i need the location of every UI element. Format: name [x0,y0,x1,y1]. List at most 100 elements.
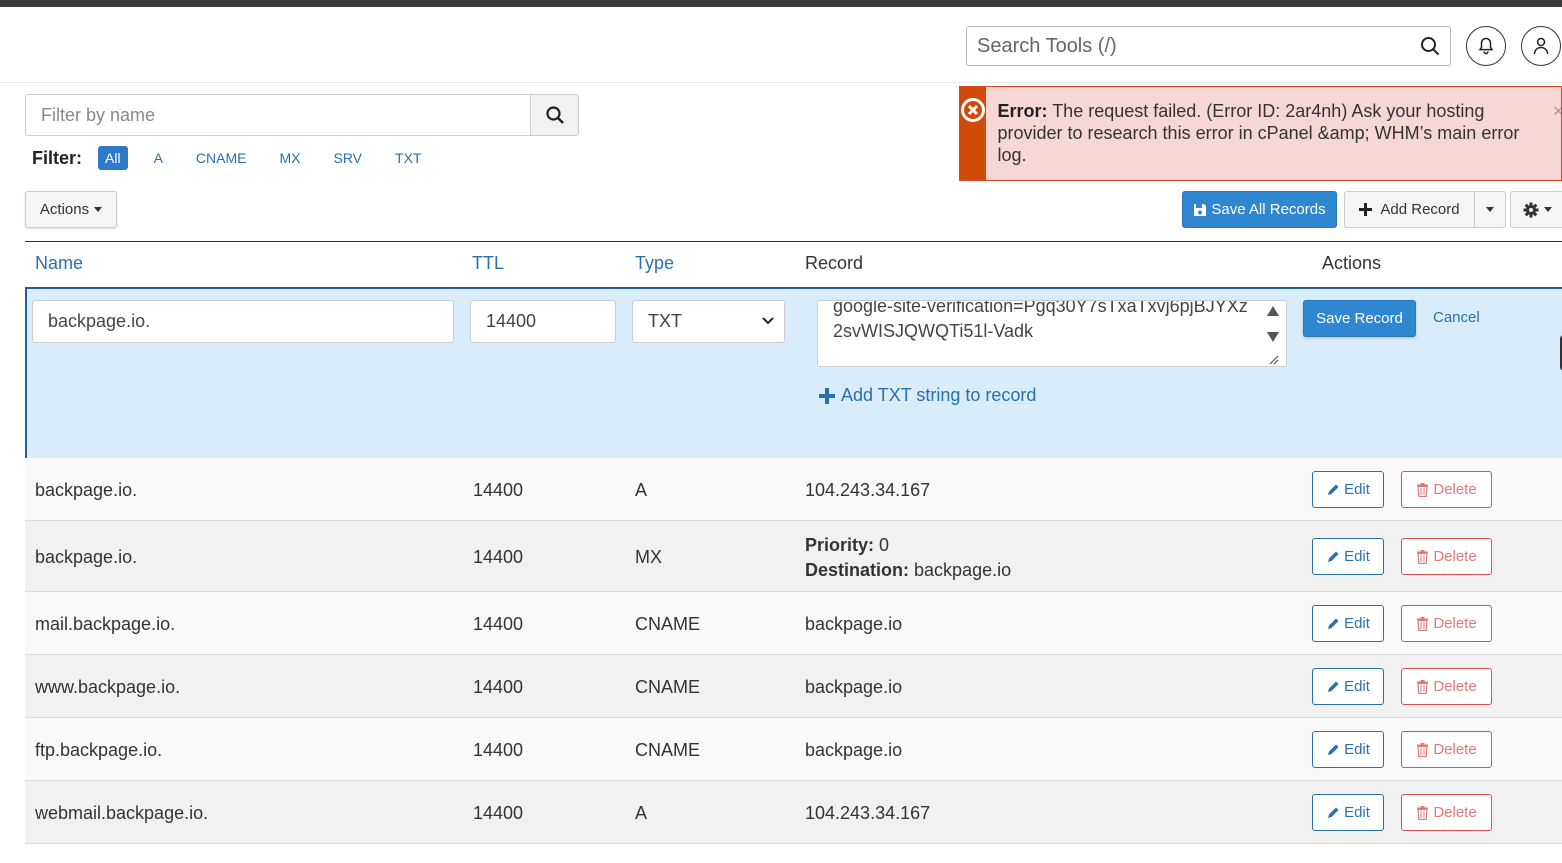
record-value: Priority: 0 Destination: backpage.io [805,533,1011,583]
delete-button[interactable]: Delete [1401,605,1492,642]
caret-down-icon [94,207,103,212]
search-tools-box[interactable] [966,26,1451,66]
search-icon[interactable] [1420,36,1440,56]
record-ttl: 14400 [473,547,524,567]
record-type: CNAME [635,677,701,697]
error-title: Error: [997,101,1048,121]
delete-label: Delete [1433,678,1477,695]
error-icon [961,98,986,122]
record-ttl: 14400 [473,677,524,697]
filter-chip-mx[interactable]: MX [272,146,307,170]
delete-label: Delete [1433,548,1477,565]
filter-chip-cname[interactable]: CNAME [189,146,254,170]
page-header [0,7,1562,83]
table-row: backpage.io. 14400 A 104.243.34.167 Edit Dele… [25,458,1562,521]
record-value: 104.243.34.167 [805,480,931,500]
record-type: CNAME [635,614,701,634]
filter-chip-a[interactable]: A [147,146,170,170]
edit-button[interactable]: Edit [1312,605,1384,642]
delete-button[interactable]: Delete [1401,538,1492,575]
record-ttl: 14400 [473,614,524,634]
actions-dropdown-button[interactable]: Actions [25,191,117,228]
column-header-type[interactable]: Type [635,253,674,274]
record-name: backpage.io. [35,480,138,500]
delete-button[interactable]: Delete [1401,731,1492,768]
record-value: 104.243.34.167 [805,803,931,823]
edit-button[interactable]: Edit [1312,731,1384,768]
filter-chip-txt[interactable]: TXT [388,146,428,170]
filter-search-button[interactable] [531,94,579,136]
notifications-button[interactable] [1466,26,1506,66]
delete-label: Delete [1433,481,1477,498]
edit-button[interactable]: Edit [1312,471,1384,508]
type-value: TXT [648,311,682,331]
add-record-label: Add Record [1380,201,1460,218]
settings-dropdown-button[interactable] [1510,191,1562,228]
name-input[interactable]: backpage.io. [32,300,454,343]
name-value: backpage.io. [48,311,151,331]
record-type: A [635,480,648,500]
filter-chip-all[interactable]: All [98,146,128,170]
delete-button[interactable]: Delete [1401,794,1492,831]
column-header-ttl[interactable]: TTL [472,253,504,274]
error-bar [960,87,987,180]
type-select[interactable]: TXT [632,300,785,343]
priority-label: Priority: [805,535,875,555]
error-alert: Error: The request failed. (Error ID: 2a… [959,86,1562,181]
record-name: backpage.io. [35,547,138,567]
edit-label: Edit [1344,615,1370,632]
trash-icon [1417,742,1429,757]
save-record-button[interactable]: Save Record [1303,300,1416,337]
user-menu-button[interactable] [1521,26,1561,66]
edit-button[interactable]: Edit [1312,668,1384,705]
ttl-value: 14400 [486,311,537,331]
pencil-icon [1328,681,1339,692]
delete-button[interactable]: Delete [1401,668,1492,705]
bell-icon [1478,37,1494,55]
error-message: Error: The request failed. (Error ID: 2a… [986,87,1561,180]
edit-button[interactable]: Edit [1312,538,1384,575]
delete-button[interactable]: Delete [1401,471,1492,508]
scroll-up-icon[interactable] [1266,305,1280,317]
ttl-input[interactable]: 14400 [470,300,616,343]
edit-label: Edit [1344,548,1370,565]
column-header-name[interactable]: Name [35,253,83,274]
add-record-button[interactable]: Add Record [1344,191,1475,228]
txt-record-value: google-site-verification=Pgq30Y7sTxaTxvj… [833,300,1248,341]
record-type: CNAME [635,740,701,760]
top-bar [0,0,1562,7]
record-name: www.backpage.io. [35,677,181,697]
error-text: The request failed. (Error ID: 2ar4nh) A… [997,101,1520,165]
save-all-records-button[interactable]: Save All Records [1182,191,1337,228]
table-row: ftp.backpage.io. 14400 CNAME backpage.io Edi… [25,718,1562,781]
record-type: A [635,803,648,823]
gear-icon [1523,202,1539,217]
edit-button[interactable]: Edit [1312,794,1384,831]
filter-chip-srv[interactable]: SRV [326,146,369,170]
save-record-label: Save Record [1316,310,1403,327]
search-tools-input[interactable] [977,34,1420,58]
add-record-options-button[interactable] [1474,191,1506,228]
user-icon [1533,37,1549,55]
floppy-disk-icon [1194,203,1207,216]
add-txt-string-link[interactable]: Add TXT string to record [819,385,1036,406]
trash-icon [1417,482,1429,497]
column-header-record: Record [805,253,864,273]
delete-label: Delete [1433,804,1477,821]
pencil-icon [1328,618,1339,629]
scroll-down-icon[interactable] [1266,331,1280,343]
save-all-label: Save All Records [1211,201,1326,218]
record-value: backpage.io [805,740,903,760]
cancel-link[interactable]: Cancel [1433,309,1480,326]
txt-record-textarea[interactable]: google-site-verification=Pgq30Y7sTxaTxvj… [817,300,1287,367]
trash-icon [1417,805,1429,820]
filter-by-name-input[interactable] [25,94,531,136]
edit-label: Edit [1344,804,1370,821]
add-txt-label: Add TXT string to record [841,385,1037,405]
caret-down-icon [1544,207,1552,212]
destination-label: Destination: [805,560,910,580]
close-icon[interactable]: × [1553,101,1561,122]
resize-handle-icon[interactable] [1266,353,1280,365]
table-divider [25,241,1562,242]
actions-label: Actions [39,201,90,218]
